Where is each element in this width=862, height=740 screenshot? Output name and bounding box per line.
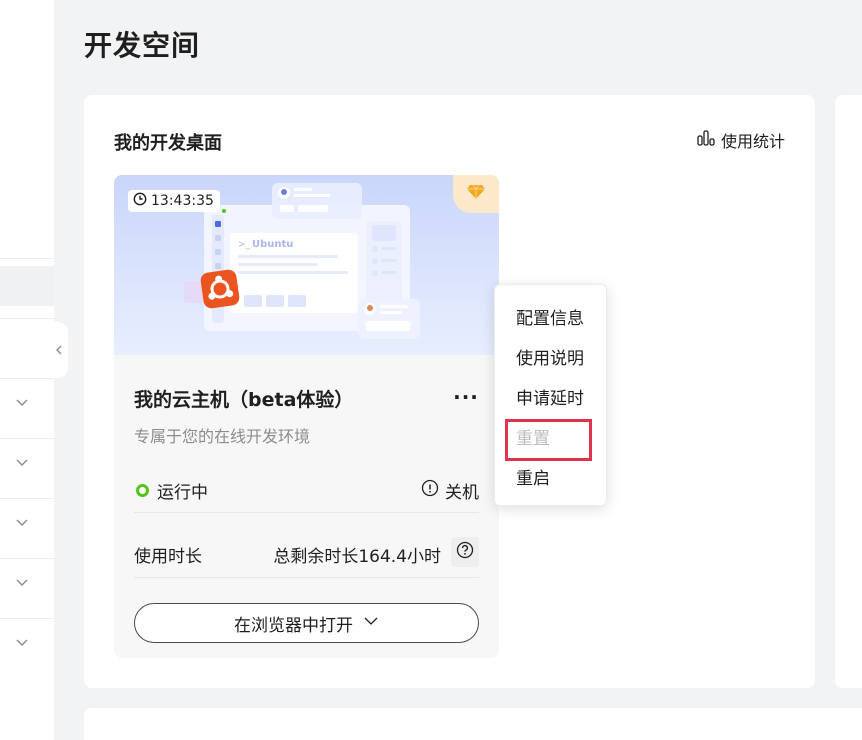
sidebar-divider [0,258,54,259]
sidebar-divider [0,318,54,319]
premium-badge [453,175,499,213]
usage-stats-label: 使用统计 [720,132,785,151]
more-options-menu: 配置信息 使用说明 申请延时 重置 重启 [494,284,607,506]
sidebar-divider [0,618,54,619]
menu-item-restart[interactable]: 重启 [516,464,550,489]
power-info-icon [421,479,439,502]
status-label: 运行中 [157,483,208,503]
chevron-left-icon [54,341,64,360]
menu-item-config-info[interactable]: 配置信息 [516,304,584,329]
host-description: 专属于您的在线开发环境 [134,427,311,446]
remaining-time-value: 总剩余时长164.4小时 [273,547,441,567]
help-button[interactable] [451,537,479,567]
diamond-icon [466,183,486,205]
dev-desktop-panel: 我的开发桌面 使用统计 >_ Ubuntu 13:43:35 我的云主机（bet… [84,95,815,688]
side-panel-card [835,95,862,688]
divider [134,577,479,578]
left-sidebar [0,0,54,740]
chevron-down-icon[interactable] [14,634,30,650]
sidebar-collapse-button[interactable] [50,322,68,378]
shutdown-label: 关机 [445,483,479,503]
chevron-down-icon [363,613,379,634]
section-title: 我的开发桌面 [114,133,222,154]
chevron-down-icon[interactable] [14,514,30,530]
open-in-browser-button[interactable]: 在浏览器中打开 [134,603,479,643]
host-preview-image[interactable]: >_ Ubuntu 13:43:35 [114,175,499,355]
more-options-button[interactable]: ··· [452,383,480,411]
svg-text:>_: >_ [238,240,251,250]
chevron-down-icon[interactable] [14,574,30,590]
page-title: 开发空间 [84,29,201,62]
reset-highlight-box [505,419,592,461]
cloud-host-card: >_ Ubuntu 13:43:35 我的云主机（beta体验） ··· 专属于… [114,175,499,658]
clock-icon [133,192,147,210]
usage-stats-link[interactable]: 使用统计 [697,128,785,152]
host-name: 我的云主机（beta体验） [134,389,354,411]
menu-item-request-extension[interactable]: 申请延时 [516,384,584,409]
divider [134,512,479,513]
bar-chart-icon [697,130,715,150]
host-status: 运行中 [136,478,208,503]
sidebar-divider [0,558,54,559]
chevron-down-icon[interactable] [14,454,30,470]
status-running-icon [136,484,149,497]
sidebar-divider [0,378,54,379]
sidebar-divider [0,498,54,499]
chevron-down-icon[interactable] [14,394,30,410]
open-in-browser-label: 在浏览器中打开 [234,615,353,636]
shutdown-button[interactable]: 关机 [421,478,479,503]
timer-value: 13:43:35 [151,193,214,209]
ubuntu-label: Ubuntu [252,239,293,250]
usage-duration-label: 使用时长 [134,547,202,567]
menu-item-usage-guide[interactable]: 使用说明 [516,344,584,369]
session-timer: 13:43:35 [128,190,220,212]
sidebar-item-active[interactable] [0,266,54,306]
next-section-card [84,708,862,740]
ellipsis-icon: ··· [453,385,479,409]
sidebar-divider [0,438,54,439]
question-icon [456,541,474,563]
